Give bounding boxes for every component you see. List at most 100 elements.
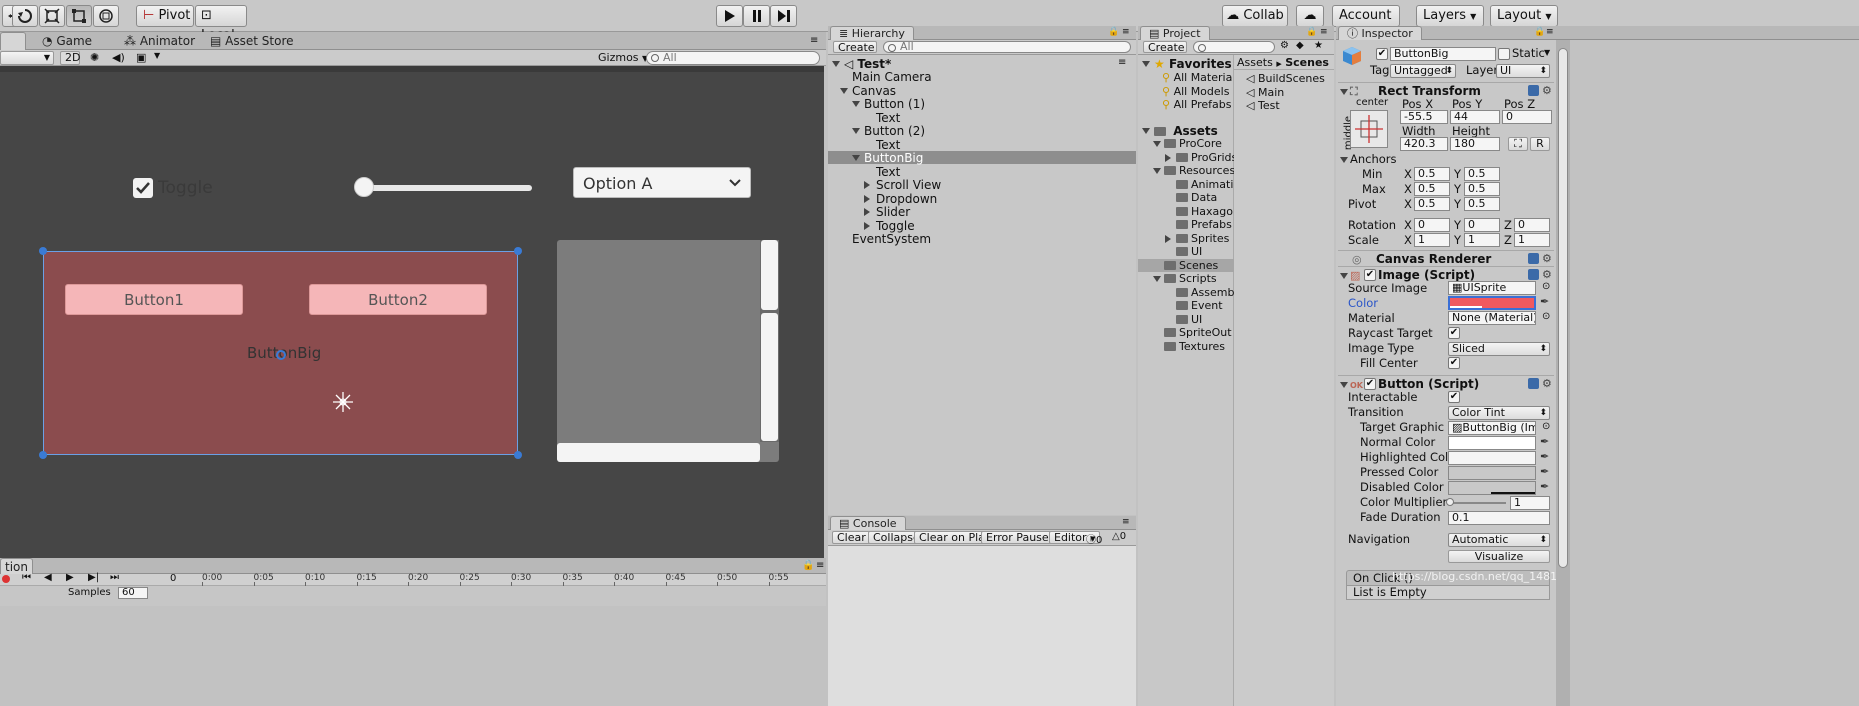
first-frame-icon[interactable]: ⏮ (22, 572, 31, 583)
resize-handle-bottom-left[interactable] (39, 451, 47, 459)
expand-arrow-icon[interactable] (832, 61, 840, 67)
anchor-presets-button[interactable] (1350, 110, 1388, 148)
raw-edit-button[interactable]: R (1530, 137, 1550, 151)
pivot-handle[interactable] (276, 350, 286, 360)
filter-type-icon[interactable]: ⚙ (1280, 40, 1289, 51)
collab-button[interactable]: ☁ Collab ▼ (1222, 5, 1288, 41)
expand-arrow-icon[interactable] (1340, 89, 1348, 95)
navigation-dropdown[interactable]: Automatic (1448, 533, 1550, 547)
min-x-field[interactable]: 0.5 (1414, 167, 1450, 181)
normal-color-swatch[interactable] (1448, 436, 1536, 450)
scale-tool-button[interactable] (39, 5, 65, 27)
help-icon[interactable] (1528, 378, 1539, 389)
chevron-down-icon[interactable]: ▼ (154, 51, 160, 60)
expand-arrow-icon[interactable] (1153, 276, 1161, 282)
favorite-item[interactable]: ⚲ All Prefabs (1162, 97, 1232, 113)
expand-arrow-icon[interactable] (1153, 141, 1161, 147)
pivot-toggle-button[interactable]: ⊢ Pivot (136, 5, 194, 27)
raycast-target-checkbox[interactable]: ✔ (1448, 327, 1460, 339)
help-icon[interactable] (1528, 253, 1539, 264)
anchors-foldout[interactable]: Anchors (1340, 152, 1397, 167)
expand-arrow-icon[interactable] (1340, 157, 1348, 163)
play-button[interactable] (716, 5, 743, 27)
samples-field[interactable]: 60 (118, 587, 148, 599)
tab-inspector[interactable]: ⓘ Inspector (1338, 26, 1422, 40)
color-multiplier-slider[interactable] (1448, 502, 1506, 504)
expand-arrow-icon[interactable] (864, 181, 870, 189)
chevron-down-icon[interactable]: ▼ (1544, 46, 1550, 60)
resize-handle-top-right[interactable] (514, 247, 522, 255)
fade-duration-field[interactable]: 0.1 (1448, 511, 1550, 525)
target-graphic-field[interactable]: ▨ButtonBig (Ima (1448, 421, 1536, 435)
account-dropdown[interactable]: Account ▼ (1332, 5, 1400, 41)
object-picker-icon[interactable]: ⊙ (1542, 420, 1550, 434)
tab-console[interactable]: ▤ Console (830, 516, 906, 530)
help-icon[interactable] (1528, 269, 1539, 280)
expand-arrow-icon[interactable] (1142, 61, 1150, 67)
toggle-checkbox[interactable] (133, 178, 153, 198)
color-multiplier-handle[interactable] (1446, 498, 1454, 506)
visualize-button[interactable]: Visualize (1448, 550, 1550, 563)
button-enabled-checkbox[interactable]: ✔ (1364, 378, 1376, 390)
expand-arrow-icon[interactable] (1340, 382, 1348, 388)
pause-button[interactable] (743, 5, 770, 27)
lock-icon[interactable]: 🔒 (802, 560, 814, 571)
layout-dropdown[interactable]: Layout ▼ (1490, 5, 1558, 27)
scale-z-field[interactable]: 1 (1514, 233, 1550, 247)
tab-menu-icon[interactable]: ≡ (1122, 517, 1130, 527)
rotate-tool-button[interactable] (12, 5, 38, 27)
console-info-toggle[interactable]: ⓘ0 (1086, 531, 1102, 546)
cloud-button[interactable]: ☁ (1296, 5, 1324, 27)
scene-file[interactable]: ◁ Test (1246, 98, 1280, 114)
frame-field[interactable]: 0 (170, 573, 176, 584)
lighting-icon[interactable]: ✺ (90, 51, 99, 64)
pivot-y-field[interactable]: 0.5 (1464, 197, 1500, 211)
slider-track[interactable] (364, 185, 532, 191)
help-icon[interactable] (1528, 85, 1539, 96)
object-name-field[interactable]: ButtonBig (1390, 47, 1496, 61)
project-create-dropdown[interactable]: Create ▼ (1143, 41, 1187, 65)
vertical-scroll-thumb[interactable] (761, 313, 778, 441)
console-warn-toggle[interactable]: △0 (1112, 531, 1126, 542)
scene-view[interactable]: Toggle Option A Button1 Button2 ButtonBi… (0, 66, 824, 558)
expand-arrow-icon[interactable] (840, 87, 848, 94)
slider-handle[interactable] (354, 177, 374, 197)
anchor-gizmo-icon[interactable] (332, 391, 354, 413)
expand-arrow-icon[interactable] (864, 208, 870, 216)
filter-label-icon[interactable]: ◆ (1296, 40, 1304, 51)
image-script-header[interactable]: ▨ ✔ Image (Script) ⚙ (1338, 266, 1554, 282)
tab-animator[interactable]: ⁂ Animator (116, 32, 203, 50)
material-field[interactable]: None (Material) (1448, 311, 1536, 325)
scale-y-field[interactable]: 1 (1464, 233, 1500, 247)
expand-arrow-icon[interactable] (864, 194, 870, 203)
option-dropdown[interactable]: Option A (573, 167, 751, 198)
pos-z-field[interactable]: 0 (1502, 110, 1552, 124)
console-error-pause-button[interactable]: Error Pause (981, 531, 1054, 544)
project-folder[interactable]: Textures (1164, 339, 1225, 355)
hierarchy-item[interactable]: EventSystem (852, 231, 931, 247)
tab-scene[interactable] (0, 32, 26, 50)
expand-arrow-icon[interactable] (1165, 234, 1171, 243)
last-frame-icon[interactable]: ⏭ (110, 572, 119, 583)
color-swatch[interactable] (1448, 296, 1536, 310)
inspector-scroll-thumb[interactable] (1558, 48, 1568, 568)
gear-icon[interactable]: ⚙ (1542, 253, 1552, 264)
console-clear-button[interactable]: Clear (832, 531, 871, 544)
eyedropper-icon[interactable]: ✒ (1540, 465, 1549, 478)
horizontal-scroll-thumb[interactable] (557, 443, 760, 462)
tab-menu-icon[interactable]: ≡ (1122, 27, 1130, 37)
source-image-field[interactable]: ▦UISprite (1448, 281, 1536, 295)
scroll-view[interactable] (557, 240, 779, 462)
eyedropper-icon[interactable]: ✒ (1540, 480, 1549, 493)
scene-menu-icon[interactable]: ≡ (1118, 57, 1126, 68)
tab-menu-icon[interactable]: ≡ (810, 35, 818, 46)
tab-menu-icon[interactable]: ≡ (1546, 27, 1554, 37)
inspector-scrollbar[interactable] (1556, 40, 1570, 706)
button-big[interactable]: Button1 Button2 ButtonBig (43, 251, 518, 455)
vertical-scrollbar[interactable] (760, 240, 779, 442)
rotation-y-field[interactable]: 0 (1464, 218, 1500, 232)
active-checkbox[interactable]: ✔ (1376, 48, 1388, 60)
shading-mode-dropdown[interactable]: ▼ (0, 51, 54, 65)
gizmos-dropdown[interactable]: Gizmos ▼ (598, 51, 648, 64)
project-search-input[interactable] (1193, 41, 1275, 53)
